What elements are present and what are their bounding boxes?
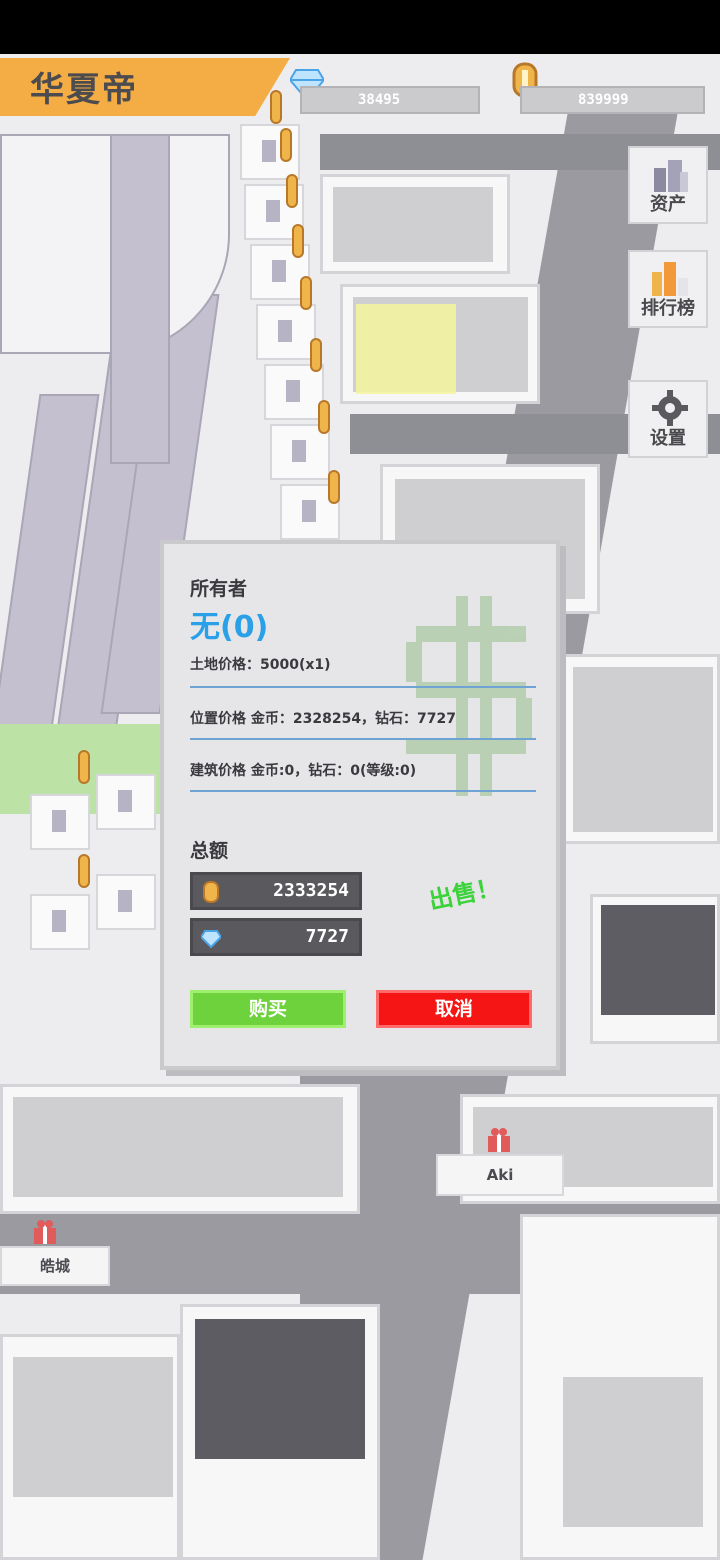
owner-label: 所有者	[190, 578, 248, 600]
city-block	[590, 894, 720, 1044]
coin-marker-icon[interactable]	[292, 224, 304, 258]
coin-marker-icon[interactable]	[280, 128, 292, 162]
sell-label[interactable]: 出售！	[425, 867, 503, 916]
assets-label: 资产	[650, 194, 686, 215]
total-diamonds-box: 7727	[190, 918, 362, 956]
cancel-button[interactable]: 取消	[376, 990, 532, 1028]
assets-button[interactable]: 资产	[628, 146, 708, 224]
coin-marker-icon[interactable]	[300, 276, 312, 310]
coin-marker-icon[interactable]	[78, 750, 90, 784]
total-coins-value: 2333254	[273, 880, 349, 901]
house	[96, 774, 156, 830]
trophy-bars-icon	[652, 262, 688, 296]
city-block	[560, 654, 720, 844]
house	[256, 304, 316, 360]
house	[96, 874, 156, 930]
land-info-dialog: 所有者 无(0) 土地价格：5000(x1) 位置价格 金币：2328254，钻…	[160, 540, 560, 1070]
buildings-icon	[654, 160, 688, 192]
total-coins-box: 2333254	[190, 872, 362, 910]
building-price: 建筑价格 金币:0，钻石：0(等级:0)	[190, 763, 417, 779]
location-price: 位置价格 金币：2328254，钻石：7727	[190, 711, 457, 727]
coin-marker-icon[interactable]	[270, 90, 282, 124]
player-label-haocheng[interactable]: 皓城	[0, 1246, 110, 1286]
coin-count: 839999	[578, 92, 629, 108]
settings-button[interactable]: 设置	[628, 380, 708, 458]
player-label-aki[interactable]: Aki	[436, 1154, 564, 1196]
diamond-counter[interactable]: 38495	[300, 86, 480, 114]
coin-marker-icon[interactable]	[310, 338, 322, 372]
buy-button[interactable]: 购买	[190, 990, 346, 1028]
city-block	[520, 1214, 720, 1560]
coin-marker-icon[interactable]	[328, 470, 340, 504]
house	[264, 364, 324, 420]
tower	[110, 134, 170, 464]
coin-marker-icon[interactable]	[286, 174, 298, 208]
diamond-icon	[201, 930, 221, 949]
city-block	[0, 1334, 180, 1560]
leaderboard-label: 排行榜	[641, 298, 695, 319]
land-price: 土地价格：5000(x1)	[190, 657, 331, 673]
city-block	[320, 174, 510, 274]
gift-icon	[488, 1128, 510, 1152]
diamond-count: 38495	[358, 92, 401, 108]
highlighted-lot[interactable]	[356, 304, 456, 394]
player-title: 华夏帝	[30, 70, 138, 110]
house	[30, 894, 90, 950]
coin-marker-icon[interactable]	[318, 400, 330, 434]
coin-counter[interactable]: 839999	[520, 86, 705, 114]
status-bar	[0, 0, 720, 54]
divider	[190, 738, 536, 740]
city-block	[180, 1304, 380, 1560]
owner-value: 无(0)	[190, 610, 269, 645]
player-name: Aki	[486, 1166, 514, 1184]
divider	[190, 686, 536, 688]
player-name: 皓城	[39, 1257, 70, 1275]
gift-icon	[34, 1220, 56, 1244]
coin-marker-icon[interactable]	[78, 854, 90, 888]
coin-icon	[203, 881, 219, 903]
gear-icon	[652, 390, 688, 426]
house	[30, 794, 90, 850]
total-label: 总额	[190, 840, 229, 862]
dollar-watermark-icon	[406, 596, 532, 796]
settings-label: 设置	[650, 428, 686, 449]
total-diamonds-value: 7727	[305, 926, 349, 947]
city-block	[0, 1084, 360, 1214]
leaderboard-button[interactable]: 排行榜	[628, 250, 708, 328]
divider	[190, 790, 536, 792]
